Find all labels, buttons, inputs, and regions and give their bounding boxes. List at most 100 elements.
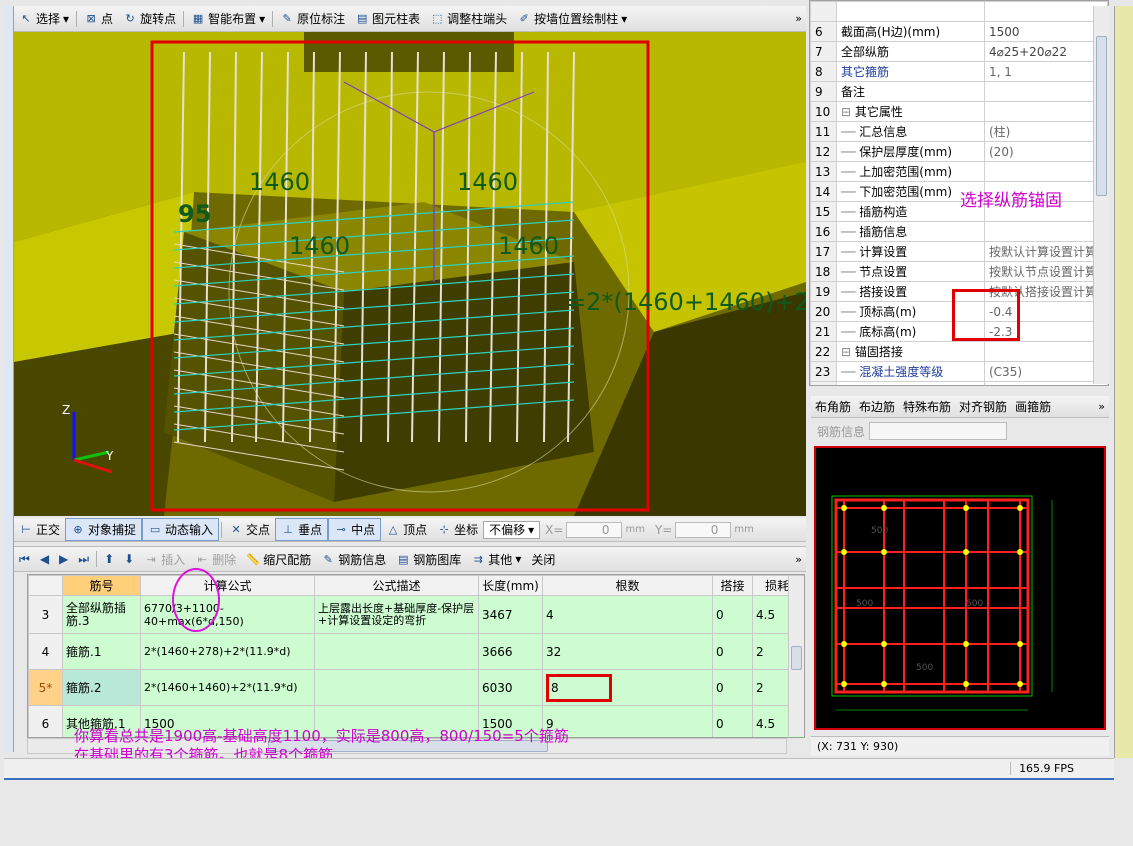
property-value[interactable] <box>984 161 1108 182</box>
symmetric-rebar-button[interactable]: 对齐钢筋 <box>955 396 1011 417</box>
collapse-icon[interactable]: ⊟ <box>841 105 855 119</box>
rotate-point-button[interactable]: ↻ 旋转点 <box>118 6 181 31</box>
property-row[interactable]: 8 其它箍筋 1, 1 <box>810 61 1108 82</box>
property-value[interactable]: 按默认节点设置计算 <box>984 261 1108 282</box>
grid-header[interactable]: 筋号 <box>62 575 141 596</box>
property-row[interactable]: 24── 抗震等级(二级抗震) <box>810 381 1108 385</box>
cell-name[interactable]: 箍筋.2 <box>62 669 141 706</box>
scale-rebar-button[interactable]: 📏 缩尺配筋 <box>241 547 316 571</box>
object-snap-toggle[interactable]: ⊕ 对象捕捉 <box>65 518 143 541</box>
rebar-library-button[interactable]: ▤ 钢筋图库 <box>391 547 466 571</box>
close-button[interactable]: 关闭 <box>526 547 560 571</box>
perpendicular-snap[interactable]: ⊥ 垂点 <box>275 518 329 541</box>
prev-record-button[interactable]: ◀ <box>35 547 54 571</box>
scroll-thumb[interactable] <box>791 646 802 670</box>
cell-desc[interactable] <box>314 633 479 670</box>
move-up-button[interactable]: ⬆ <box>99 547 119 571</box>
scroll-thumb[interactable] <box>1096 36 1107 196</box>
cell-lap[interactable]: 0 <box>712 705 753 737</box>
cell-name[interactable]: 全部纵筋插筋.3 <box>62 595 141 634</box>
property-value[interactable] <box>984 81 1108 102</box>
y-input[interactable]: 0 <box>675 521 732 538</box>
draw-stirrup-button[interactable]: 画箍筋 <box>1011 396 1055 417</box>
property-row[interactable]: 11 ── 汇总信息 (柱) <box>810 121 1108 142</box>
grid-header[interactable]: 公式描述 <box>314 575 479 596</box>
property-row[interactable]: 15 ── 插筋构造 <box>810 201 1108 222</box>
property-row[interactable]: 10 ⊟ 其它属性 <box>810 101 1108 122</box>
property-value[interactable]: (柱) <box>984 121 1108 142</box>
property-row[interactable]: 23 ── 混凝土强度等级 (C35) <box>810 361 1108 382</box>
property-value[interactable]: (C35) <box>984 361 1108 382</box>
cell-count[interactable]: 8 <box>542 669 713 706</box>
cell-formula[interactable]: 6770/3+1100-40+max(6*d,150) <box>140 595 315 634</box>
cell-length[interactable]: 6030 <box>478 669 543 706</box>
property-row[interactable]: 12 ── 保护层厚度(mm) (20) <box>810 141 1108 162</box>
cell-length[interactable]: 3467 <box>478 595 543 634</box>
table-row[interactable]: 4 箍筋.1 2*(1460+278)+2*(11.9*d) 3666 32 0… <box>28 633 804 670</box>
midpoint-snap[interactable]: ⊸ 中点 <box>328 518 382 541</box>
edge-rebar-button[interactable]: 布边筋 <box>855 396 899 417</box>
property-value[interactable] <box>984 101 1108 122</box>
3d-viewport[interactable]: 1460 1460 1460 1460 95 =2*(1460+1460)+2*… <box>14 32 806 516</box>
ortho-toggle[interactable]: ⊢ 正交 <box>14 518 65 541</box>
property-row[interactable]: 16 ── 插筋信息 <box>810 221 1108 242</box>
property-row[interactable]: 9 备注 <box>810 81 1108 102</box>
rebar-info-select[interactable] <box>869 422 1008 440</box>
special-rebar-button[interactable]: 特殊布筋 <box>899 396 955 417</box>
property-row[interactable]: 14 ── 下加密范围(mm) <box>810 181 1108 202</box>
wall-position-col-button[interactable]: ✐ 按墙位置绘制柱 ▾ <box>512 6 632 31</box>
next-record-button[interactable]: ▶ <box>54 547 73 571</box>
in-place-label-button[interactable]: ✎ 原位标注 <box>275 6 350 31</box>
table-row[interactable]: 3 全部纵筋插筋.3 6770/3+1100-40+max(6*d,150) 上… <box>28 595 804 634</box>
grid-header[interactable]: 根数 <box>542 575 713 596</box>
first-record-button[interactable]: ⏮ <box>14 547 35 571</box>
cell-count[interactable]: 4 <box>542 595 713 634</box>
point-button[interactable]: ⊠ 点 <box>79 6 118 31</box>
cell-formula[interactable]: 2*(1460+1460)+2*(11.9*d) <box>140 669 315 706</box>
adjust-col-end-button[interactable]: ⬚ 调整柱端头 <box>425 6 512 31</box>
insert-button[interactable]: ⇥ 插入 <box>139 547 190 571</box>
property-value[interactable]: 按默认计算设置计算 <box>984 241 1108 262</box>
property-value[interactable] <box>984 221 1108 242</box>
rebar-info-button[interactable]: ✎ 钢筋信息 <box>316 547 391 571</box>
cell-desc[interactable] <box>314 669 479 706</box>
property-value[interactable] <box>984 341 1108 362</box>
property-value[interactable]: 1500 <box>984 21 1108 42</box>
smart-layout-button[interactable]: ▦ 智能布置 ▾ <box>186 6 270 31</box>
grid-header[interactable]: 搭接 <box>712 575 753 596</box>
x-input[interactable]: 0 <box>566 521 623 538</box>
cell-length[interactable]: 3666 <box>478 633 543 670</box>
select-button[interactable]: ↖ 选择 ▾ <box>14 6 74 31</box>
property-value[interactable]: (二级抗震) <box>984 381 1108 385</box>
cell-desc[interactable]: 上层露出长度+基础厚度-保护层+计算设置设定的弯折 <box>314 595 479 634</box>
cell-lap[interactable]: 0 <box>712 595 753 634</box>
dynamic-input-toggle[interactable]: ▭ 动态输入 <box>142 518 220 541</box>
property-value[interactable]: 4⌀25+20⌀22 <box>984 41 1108 62</box>
properties-scrollbar[interactable] <box>1093 6 1109 384</box>
intersection-snap[interactable]: ✕ 交点 <box>224 518 275 541</box>
property-row[interactable]: 13 ── 上加密范围(mm) <box>810 161 1108 182</box>
property-row[interactable]: 7 全部纵筋 4⌀25+20⌀22 <box>810 41 1108 62</box>
grid-toolbar-overflow[interactable]: » <box>795 553 806 566</box>
element-table-button[interactable]: ▤ 图元柱表 <box>350 6 425 31</box>
property-value[interactable]: (20) <box>984 141 1108 162</box>
cell-lap[interactable]: 0 <box>712 633 753 670</box>
table-row-selected[interactable]: 5* 箍筋.2 2*(1460+1460)+2*(11.9*d) 6030 8 … <box>28 669 804 706</box>
property-row[interactable]: 17 ── 计算设置 按默认计算设置计算 <box>810 241 1108 262</box>
offset-select[interactable]: 不偏移 ▾ <box>483 520 541 539</box>
toolbar-overflow-button[interactable]: » <box>795 12 806 25</box>
collapse-icon[interactable]: ⊟ <box>841 345 855 359</box>
property-value[interactable]: 1, 1 <box>984 61 1108 82</box>
last-record-button[interactable]: ⏭ <box>73 547 94 571</box>
grid-vertical-scrollbar[interactable] <box>788 576 804 736</box>
property-value[interactable] <box>984 1 1108 22</box>
cell-lap[interactable]: 0 <box>712 669 753 706</box>
grid-header[interactable]: 计算公式 <box>140 575 315 596</box>
property-row[interactable] <box>810 1 1108 22</box>
property-row[interactable]: 18 ── 节点设置 按默认节点设置计算 <box>810 261 1108 282</box>
cell-count[interactable]: 32 <box>542 633 713 670</box>
vertex-snap[interactable]: △ 顶点 <box>381 518 432 541</box>
move-down-button[interactable]: ⬇ <box>119 547 139 571</box>
property-row[interactable]: 6 截面高(H边)(mm) 1500 <box>810 21 1108 42</box>
other-menu-button[interactable]: ⇉ 其他 ▾ <box>466 547 526 571</box>
